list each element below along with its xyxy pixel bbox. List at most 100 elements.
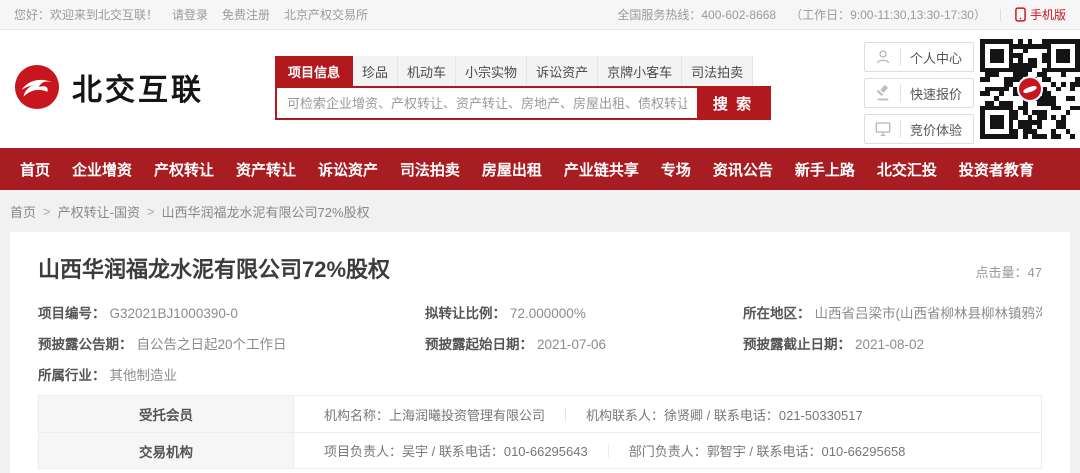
table-row: 受托会员 机构名称：上海润曦投资管理有限公司 ｜ 机构联系人：徐贤卿 / 联系电话：0… xyxy=(39,396,1041,432)
breadcrumb-separator: > xyxy=(147,204,155,219)
mobile-version-label: 手机版 xyxy=(1030,6,1066,23)
detail-field-value: 山西省吕梁市(山西省柳林县柳林镇鸦沟村) xyxy=(815,306,1043,321)
quick-link-button[interactable]: 个人中心 xyxy=(864,42,974,72)
detail-field-label: 预披露起始日期： xyxy=(425,337,533,352)
breadcrumb: 首页 > 产权转让-国资 > 山西华润福龙水泥有限公司72%股权 xyxy=(0,190,1080,232)
search-tab[interactable]: 珍品 xyxy=(353,56,398,86)
user-icon xyxy=(874,48,901,66)
hits-value: 47 xyxy=(1028,265,1042,280)
table-row-content: 项目负责人：吴宇 / 联系电话：010-66295643 ｜ 部门负责人：郭智宇 /… xyxy=(294,433,1041,468)
detail-field: 所属行业： 其他制造业 xyxy=(38,364,425,384)
detail-field-label: 预披露公告期： xyxy=(38,337,133,352)
detail-field-value: 自公告之日起20个工作日 xyxy=(137,337,287,352)
detail-field-label: 项目编号： xyxy=(38,306,106,321)
nav-item[interactable]: 新手上路 xyxy=(795,159,855,180)
search-tab[interactable]: 小宗实物 xyxy=(456,56,527,86)
nav-item[interactable]: 司法拍卖 xyxy=(400,159,460,180)
nav-item[interactable]: 资讯公告 xyxy=(713,159,773,180)
detail-field: 项目编号： G32021BJ1000390-0 xyxy=(38,302,425,322)
quick-link-label: 个人中心 xyxy=(910,48,962,67)
nav-item[interactable]: 投资者教育 xyxy=(959,159,1034,180)
greeting-text: 您好：欢迎来到北交互联！ xyxy=(14,6,158,23)
detail-field-value: 72.000000% xyxy=(510,306,586,321)
nav-item[interactable]: 房屋出租 xyxy=(482,159,542,180)
register-link[interactable]: 免费注册 xyxy=(222,6,270,23)
contact-text: 部门负责人：郭智宇 / 联系电话：010-66295658 xyxy=(629,441,906,460)
table-row-header: 受托会员 xyxy=(39,396,294,432)
site-header: 北交互联 项目信息珍品机动车小宗实物诉讼资产京牌小客车司法拍卖 搜 索 个人中心… xyxy=(0,30,1080,148)
search-tabs: 项目信息珍品机动车小宗实物诉讼资产京牌小客车司法拍卖 xyxy=(275,56,771,86)
site-logo[interactable]: 北交互联 xyxy=(14,64,204,110)
quick-link-label: 快速报价 xyxy=(910,84,962,103)
search-input[interactable] xyxy=(277,88,697,118)
quick-link-label: 竞价体验 xyxy=(910,120,962,139)
nav-item[interactable]: 产权转让 xyxy=(154,159,214,180)
qr-swirl-mark xyxy=(1023,84,1038,93)
search-box: 搜 索 xyxy=(275,86,771,120)
detail-field-value: G32021BJ1000390-0 xyxy=(110,306,238,321)
main-nav: 首页 企业增资 产权转让 资产转让 诉讼资产 司法拍卖 房屋出租 产业链共享 专场 资讯公告 新手上… xyxy=(0,148,1080,190)
login-link[interactable]: 请登录 xyxy=(172,6,208,23)
project-details: 项目编号： G32021BJ1000390-0 拟转让比例： 72.000000% 所在… xyxy=(38,296,1042,389)
nav-item[interactable]: 资产转让 xyxy=(236,159,296,180)
detail-field: 预披露公告期： 自公告之日起20个工作日 xyxy=(38,333,425,353)
quick-links: 个人中心快速报价竞价体验 xyxy=(864,42,974,144)
breadcrumb-separator: > xyxy=(43,204,51,219)
breadcrumb-item[interactable]: 首页 xyxy=(10,202,36,221)
nav-item[interactable]: 北交汇投 xyxy=(877,159,937,180)
mobile-version-link[interactable]: 手机版 xyxy=(1015,6,1066,23)
search-button[interactable]: 搜 索 xyxy=(697,88,769,118)
qr-code xyxy=(980,39,1080,139)
breadcrumb-item: 山西华润福龙水泥有限公司72%股权 xyxy=(162,202,370,221)
divider xyxy=(1000,9,1001,21)
nav-item[interactable]: 企业增资 xyxy=(72,159,132,180)
monitor-icon xyxy=(874,120,901,138)
contact-table: 受托会员 机构名称：上海润曦投资管理有限公司 ｜ 机构联系人：徐贤卿 / 联系电话：0… xyxy=(38,395,1042,469)
topbar-left: 您好：欢迎来到北交互联！ 请登录 免费注册 北京产权交易所 xyxy=(14,6,368,23)
nav-item[interactable]: 首页 xyxy=(20,159,50,180)
detail-field-label: 所在地区： xyxy=(743,306,811,321)
nav-item[interactable]: 专场 xyxy=(661,159,691,180)
title-row: 山西华润福龙水泥有限公司72%股权 点击量：47 xyxy=(38,232,1042,284)
search-tab[interactable]: 项目信息 xyxy=(275,56,353,86)
breadcrumb-item[interactable]: 产权转让-国资 xyxy=(58,202,140,221)
search-tab[interactable]: 司法拍卖 xyxy=(682,56,753,86)
table-row-header: 交易机构 xyxy=(39,433,294,468)
qr-center-logo xyxy=(1017,76,1043,102)
contact-text: 项目负责人：吴宇 / 联系电话：010-66295643 xyxy=(324,441,588,460)
table-row: 交易机构 项目负责人：吴宇 / 联系电话：010-66295643 ｜ 部门负责人：郭… xyxy=(39,432,1041,468)
phone-icon xyxy=(1015,7,1026,22)
logo-swirl-icon xyxy=(14,64,60,110)
search-tab[interactable]: 机动车 xyxy=(398,56,456,86)
detail-field: 预披露截止日期： 2021-08-02 xyxy=(743,333,1042,353)
topbar: 您好：欢迎来到北交互联！ 请登录 免费注册 北京产权交易所 全国服务热线：400… xyxy=(0,0,1080,30)
hotline-text: 全国服务热线：400-602-8668 xyxy=(617,6,776,23)
topbar-right: 全国服务热线：400-602-8668 （工作日：9:00-11:30,13:3… xyxy=(617,6,1066,23)
nav-item[interactable]: 诉讼资产 xyxy=(318,159,378,180)
work-hours-text: （工作日：9:00-11:30,13:30-17:30） xyxy=(790,6,986,23)
quick-link-button[interactable]: 快速报价 xyxy=(864,78,974,108)
table-row-content: 机构名称：上海润曦投资管理有限公司 ｜ 机构联系人：徐贤卿 / 联系电话：021-5… xyxy=(294,396,1041,432)
pipe-separator: ｜ xyxy=(602,441,615,460)
hits-label: 点击量： xyxy=(976,265,1028,280)
pipe-separator: ｜ xyxy=(559,405,572,424)
nav-item[interactable]: 产业链共享 xyxy=(564,159,639,180)
logo-text: 北交互联 xyxy=(72,65,204,109)
contact-text: 机构名称：上海润曦投资管理有限公司 xyxy=(324,405,545,424)
contact-text: 机构联系人：徐贤卿 / 联系电话：021-50330517 xyxy=(586,405,863,424)
page-title: 山西华润福龙水泥有限公司72%股权 xyxy=(38,252,390,284)
detail-field-value: 2021-07-06 xyxy=(537,337,606,352)
search-area: 项目信息珍品机动车小宗实物诉讼资产京牌小客车司法拍卖 搜 索 xyxy=(275,56,771,120)
detail-field-value: 其他制造业 xyxy=(110,368,178,383)
detail-field-label: 所属行业： xyxy=(38,368,106,383)
gavel-icon xyxy=(874,84,901,102)
detail-field: 所在地区： 山西省吕梁市(山西省柳林县柳林镇鸦沟村) xyxy=(743,302,1042,322)
search-tab[interactable]: 诉讼资产 xyxy=(527,56,598,86)
search-tab[interactable]: 京牌小客车 xyxy=(598,56,682,86)
detail-field-value: 2021-08-02 xyxy=(855,337,924,352)
detail-field-label: 拟转让比例： xyxy=(425,306,506,321)
detail-field: 预披露起始日期： 2021-07-06 xyxy=(425,333,743,353)
exchange-link[interactable]: 北京产权交易所 xyxy=(284,6,368,23)
detail-field-label: 预披露截止日期： xyxy=(743,337,851,352)
quick-link-button[interactable]: 竞价体验 xyxy=(864,114,974,144)
